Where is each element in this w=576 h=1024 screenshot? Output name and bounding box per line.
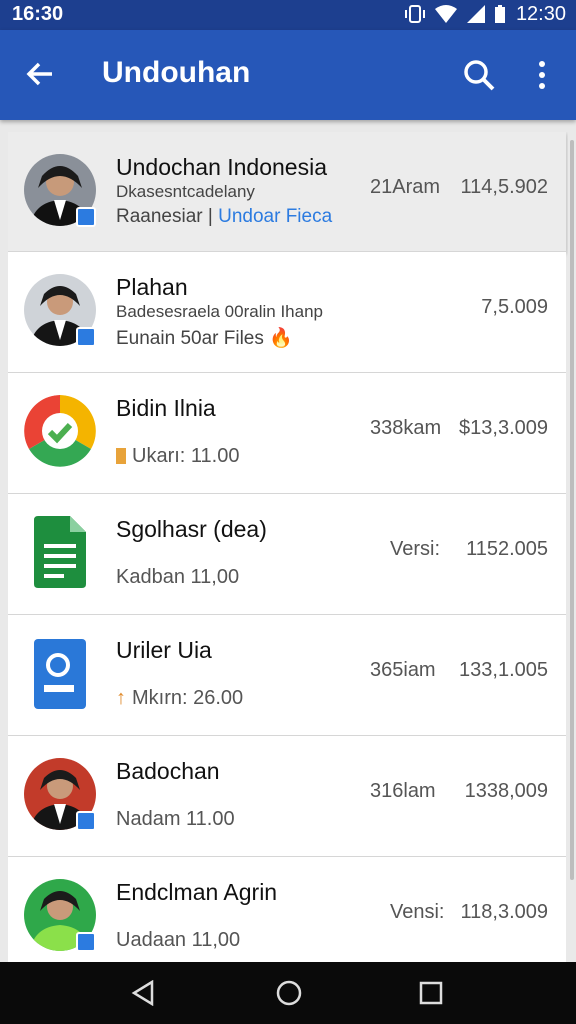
item-detail: Nadam 11.00 (116, 808, 235, 830)
wifi-icon (435, 5, 457, 23)
item-detail: Ukarı: 11.00 (116, 445, 239, 468)
sheets-icon (34, 516, 86, 588)
item-meta: Versi: (390, 538, 441, 560)
app-icon (34, 639, 86, 716)
item-detail-text: Eunain 50ar Files (116, 328, 264, 349)
item-value: 118,3.009 (460, 901, 549, 923)
pin-icon: ↑ (116, 687, 126, 709)
item-value: 1152.005 (466, 538, 548, 560)
item-detail-prefix: Raanesiar | (116, 206, 219, 227)
list-item[interactable]: Undochan Indonesia Dkasesntcadelany Raan… (8, 132, 566, 252)
item-name: Undochan Indonesia (116, 154, 327, 180)
nav-recent-apps-icon[interactable] (418, 980, 444, 1006)
item-detail: ↑ Mkırn: 26.00 (116, 687, 243, 710)
app-icon (24, 395, 96, 467)
docs-icon (34, 639, 86, 709)
navigation-bar (0, 962, 576, 1024)
verified-badge-icon (76, 207, 96, 227)
item-name: Uriler Uia (116, 637, 212, 663)
item-detail: Raanesiar | Undoar Fieca (116, 206, 332, 228)
verified-badge-icon (76, 327, 96, 347)
search-icon[interactable] (462, 58, 496, 92)
status-time-right: 12:30 (515, 3, 566, 25)
app-bar: Undouhan (0, 30, 576, 120)
item-list: Undochan Indonesia Dkasesntcadelany Raan… (8, 132, 568, 962)
item-value: 114,5.902 (460, 176, 549, 198)
status-icons (404, 4, 506, 24)
item-detail-text: Mkırn: 26.00 (132, 687, 244, 709)
item-detail-link[interactable]: Undoar Fieca (218, 206, 332, 227)
status-time-left: 16:30 (12, 3, 64, 25)
item-subtitle: Dkasesntcadelany (116, 182, 255, 201)
nav-back-icon[interactable] (130, 980, 156, 1006)
item-name: Sgolhasr (dea) (116, 516, 267, 542)
list-item[interactable]: Sgolhasr (dea) Kadban 11,00 Versi: 1152.… (8, 494, 566, 615)
vibrate-icon (405, 5, 425, 23)
nav-home-icon[interactable] (276, 980, 302, 1006)
page-title: Undouhan (102, 56, 251, 89)
item-meta: 21Aram (370, 176, 441, 198)
list-item[interactable]: Endclman Agrin Uadaan 11,00 Vensi: 118,3… (8, 857, 566, 962)
file-icon (116, 448, 126, 464)
list-item[interactable]: Bidin Ilnia Ukarı: 11.00 338kam $13,3.00… (8, 373, 566, 494)
signal-icon (467, 5, 485, 23)
app-icon (34, 516, 86, 593)
scrollbar[interactable] (570, 140, 574, 880)
item-meta: 338kam (370, 417, 442, 439)
list-item[interactable]: Uriler Uia ↑ Mkırn: 26.00 365iam 133,1.00… (8, 615, 566, 736)
item-detail: Uadaan 11,00 (116, 929, 241, 951)
more-options-icon[interactable] (530, 58, 554, 92)
item-name: Badochan (116, 758, 220, 784)
verified-badge-icon (76, 811, 96, 831)
item-detail-text: Ukarı: 11.00 (132, 445, 240, 467)
item-meta: 316lam (370, 780, 436, 802)
item-meta: 365iam (370, 659, 436, 681)
status-bar: 16:30 12:30 (0, 0, 576, 30)
item-value: 7,5.009 (481, 296, 548, 318)
item-detail: Eunain 50ar Files 🔥 (116, 326, 293, 350)
item-name: Bidin Ilnia (116, 395, 216, 421)
item-name: Plahan (116, 274, 188, 300)
item-value: $13,3.009 (459, 417, 548, 439)
fire-icon: 🔥 (269, 328, 293, 349)
verified-badge-icon (76, 932, 96, 952)
battery-icon (495, 5, 505, 23)
back-arrow-icon[interactable] (24, 58, 56, 90)
list-item[interactable]: Plahan Badesesraela 00ralin Ihanp Eunain… (8, 252, 566, 373)
item-name: Endclman Agrin (116, 879, 278, 905)
item-subtitle: Badesesraela 00ralin Ihanp (116, 302, 323, 321)
item-value: 1338,009 (464, 780, 548, 802)
chrome-icon (24, 395, 96, 467)
list-item[interactable]: Badochan Nadam 11.00 316lam 1338,009 (8, 736, 566, 857)
item-meta: Vensi: (390, 901, 445, 923)
item-value: 133,1.005 (459, 659, 548, 681)
item-detail: Kadban 11,00 (116, 566, 240, 588)
